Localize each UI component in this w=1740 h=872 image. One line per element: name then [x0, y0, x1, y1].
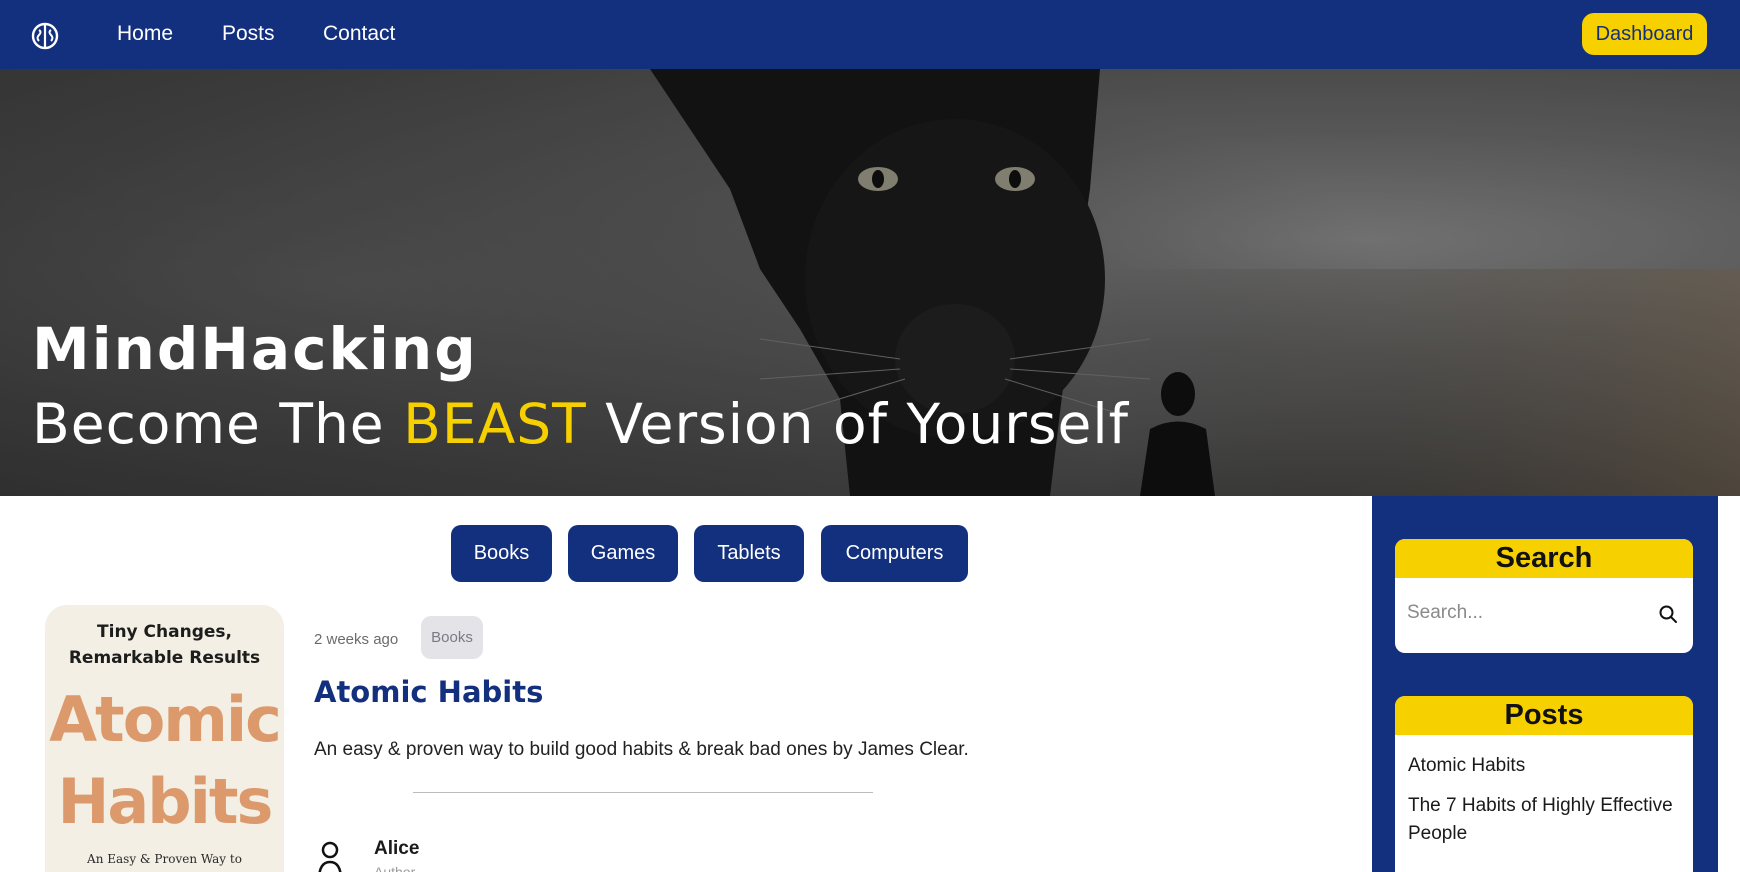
category-tablets-button[interactable]: Tablets [694, 525, 804, 582]
brain-icon[interactable] [30, 21, 60, 51]
dashboard-button[interactable]: Dashboard [1582, 13, 1707, 55]
search-widget-heading: Search [1395, 539, 1693, 578]
post-category-badge[interactable]: Books [421, 616, 483, 659]
post-timestamp: 2 weeks ago [314, 631, 399, 648]
hero-subtitle: Become The BEAST Version of Yourself [32, 389, 1129, 459]
post-divider [413, 792, 873, 793]
hero-subtitle-start: Become The [32, 392, 404, 456]
category-books-button[interactable]: Books [451, 525, 552, 582]
author-role: Author [374, 864, 416, 872]
search-icon[interactable] [1658, 604, 1678, 624]
posts-widget-heading: Posts [1395, 696, 1693, 735]
cover-tagline: Tiny Changes, Remarkable Results [68, 622, 261, 668]
category-games-button[interactable]: Games [568, 525, 678, 582]
cover-title-atomic: Atomic [49, 683, 282, 756]
post-cover-image[interactable]: Tiny Changes, Remarkable Results Atomic H… [45, 605, 284, 872]
category-computers-button[interactable]: Computers [821, 525, 968, 582]
sidebar-post-link[interactable]: Atomic Habits [1408, 752, 1525, 780]
posts-widget: Posts Atomic Habits The 7 Habits of High… [1395, 696, 1693, 872]
top-navbar: Home Posts Contact Dashboard [0, 0, 1740, 69]
hero-subtitle-end: Version of Yourself [586, 392, 1130, 456]
hero-title: MindHacking [32, 315, 478, 383]
user-icon [318, 841, 342, 872]
sidebar: Search Posts Atomic Habits The 7 Habits … [1372, 496, 1718, 872]
hero-banner: MindHacking Become The BEAST Version of … [0, 69, 1740, 496]
cover-bottom-text: An Easy & Proven Way to [87, 852, 242, 866]
nav-contact-link[interactable]: Contact [323, 20, 395, 48]
cover-title-habits: Habits [57, 765, 274, 838]
search-input[interactable] [1407, 597, 1637, 629]
hero-subtitle-accent: BEAST [403, 392, 587, 456]
sidebar-post-link[interactable]: The 7 Habits of Highly Effective People [1408, 792, 1683, 848]
post-excerpt: An easy & proven way to build good habit… [314, 739, 969, 760]
nav-home-link[interactable]: Home [117, 20, 173, 48]
author-name[interactable]: Alice [374, 838, 419, 860]
search-widget: Search [1395, 539, 1693, 653]
nav-posts-link[interactable]: Posts [222, 20, 275, 48]
post-title-link[interactable]: Atomic Habits [314, 672, 543, 712]
